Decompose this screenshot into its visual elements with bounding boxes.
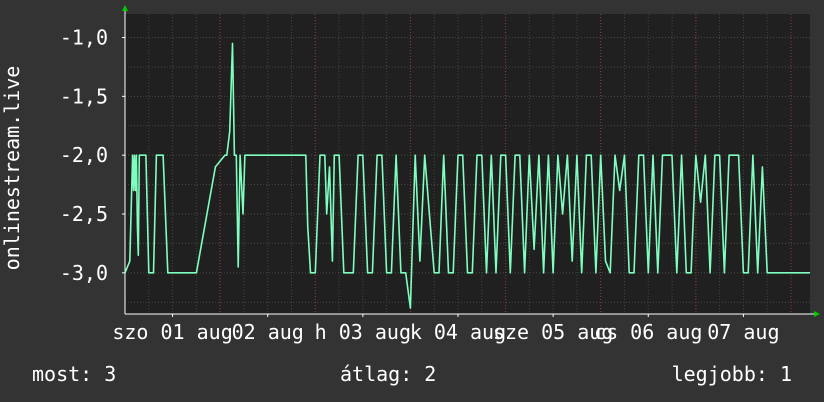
x-tick-label: 02 aug — [232, 320, 304, 344]
y-tick-label: -1,0 — [60, 26, 108, 50]
x-tick-label: szo 01 aug — [112, 320, 232, 344]
x-tick-label: k 04 aug — [410, 320, 506, 344]
stat-average: átlag: 2 — [340, 362, 437, 386]
y-axis-label: onlinestream.live — [0, 66, 24, 271]
chart: -1,0 -1,5 -2,0 -2,5 -3,0 szo 01 aug02 aug h 0… — [0, 5, 820, 344]
y-tick-label: -2,5 — [60, 202, 108, 226]
y-axis-arrow — [122, 5, 128, 11]
stat-best: legjobb: 1 — [671, 362, 792, 386]
stat-current: most: 3 — [32, 362, 117, 386]
y-tick-label: -2,0 — [60, 143, 108, 167]
stats-bar: most: 3 átlag: 2 legjobb: 1 — [0, 362, 824, 388]
x-tick-labels: szo 01 aug02 aug h 03 augk 04 augsze 05 a… — [112, 320, 779, 344]
y-tick-labels: -1,0 -1,5 -2,0 -2,5 -3,0 — [60, 26, 108, 285]
y-tick-label: -1,5 — [60, 84, 108, 108]
x-tick-label: cs 06 aug — [594, 320, 702, 344]
x-tick-label: 07 aug — [707, 320, 779, 344]
x-tick-label: h 03 aug — [315, 320, 411, 344]
x-axis-arrow — [814, 311, 820, 317]
y-tick-label: -3,0 — [60, 261, 108, 285]
